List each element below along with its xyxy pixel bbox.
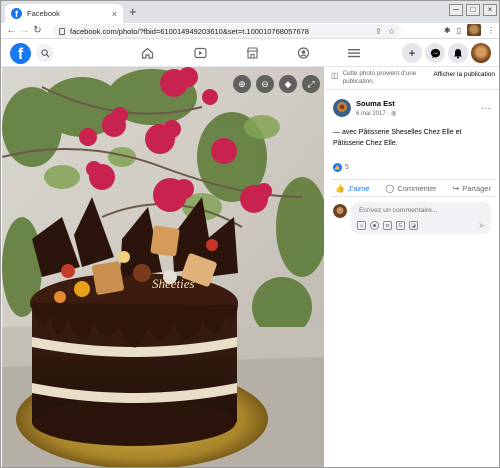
thumbs-up-icon: 👍 bbox=[335, 183, 345, 193]
comment-tools: ☺ ☻ ◘ G ◪ bbox=[357, 221, 418, 230]
tab-title: Facebook bbox=[27, 9, 60, 18]
notice-text: Cette photo provient d'une publication. bbox=[342, 70, 417, 85]
author-avatar-image bbox=[333, 99, 351, 117]
new-tab-button[interactable]: + bbox=[129, 4, 137, 20]
comment-composer: ☺ ☻ ◘ G ◪ ➤ bbox=[333, 202, 491, 234]
cake-lettering: Sheeties bbox=[152, 276, 195, 291]
post-details-pane: ◫ Cette photo provient d'une publication… bbox=[325, 67, 499, 467]
messenger-button[interactable] bbox=[425, 43, 445, 63]
camera-icon[interactable]: ◘ bbox=[383, 221, 392, 230]
comment-button[interactable]: ◯ Commenter bbox=[385, 184, 436, 193]
messenger-icon bbox=[430, 48, 440, 58]
sticker-icon[interactable]: ◪ bbox=[409, 221, 418, 230]
commenter-avatar[interactable] bbox=[333, 204, 347, 218]
address-bar[interactable]: facebook.com/photo/?fbid=610014949203610… bbox=[53, 24, 401, 38]
browser-window: f Facebook × + ─ □ × ← → ↻ facebook.com/… bbox=[0, 0, 500, 468]
browser-tab[interactable]: f Facebook × bbox=[5, 4, 123, 23]
notifications-button[interactable] bbox=[448, 43, 468, 63]
extensions-icon[interactable]: ✱ bbox=[444, 26, 451, 35]
back-icon[interactable]: ← bbox=[5, 25, 18, 36]
globe-icon: ◍ bbox=[391, 111, 397, 117]
nav-home[interactable] bbox=[139, 46, 155, 60]
info-icon: ◫ bbox=[331, 71, 339, 80]
video-icon bbox=[193, 47, 207, 59]
caption-prefix: — avec bbox=[333, 129, 359, 136]
browser-toolbar: ← → ↻ facebook.com/photo/?fbid=610014949… bbox=[1, 23, 499, 39]
like-reaction-icon: 👍 bbox=[333, 163, 342, 172]
cake-photo: Sheeties bbox=[2, 67, 324, 467]
author-avatar[interactable] bbox=[333, 99, 351, 117]
share-button[interactable]: ↪ Partager bbox=[453, 184, 491, 193]
commenter-avatar-image bbox=[333, 204, 347, 218]
reaction-summary[interactable]: 👍 5 bbox=[333, 163, 349, 172]
view-publication-link[interactable]: Afficher la publication bbox=[433, 71, 495, 78]
maximize-button[interactable]: □ bbox=[466, 4, 480, 16]
browser-menu-icon[interactable]: ⋮ bbox=[487, 26, 495, 35]
share-icon: ↪ bbox=[452, 183, 460, 193]
send-icon[interactable]: ➤ bbox=[478, 221, 485, 230]
home-icon bbox=[141, 47, 153, 59]
url-text[interactable]: facebook.com/photo/?fbid=610014949203610… bbox=[70, 27, 375, 36]
bell-icon bbox=[454, 48, 462, 59]
zoom-out-icon[interactable]: ⊖ bbox=[256, 75, 274, 93]
post-caption: — avec Pâtisserie Sheselles Chez Elle et… bbox=[333, 127, 493, 149]
comment-label: Commenter bbox=[397, 183, 437, 193]
tab-strip: f Facebook × + ─ □ × bbox=[1, 1, 499, 23]
window-controls: ─ □ × bbox=[449, 4, 497, 16]
caption-mid: et bbox=[453, 129, 462, 136]
bookmark-star-icon[interactable]: ☆ bbox=[388, 27, 395, 36]
tag-link-1[interactable]: Pâtisserie Sheselles Chez Elle bbox=[359, 129, 454, 136]
reload-icon[interactable]: ↻ bbox=[31, 25, 44, 36]
nav-marketplace[interactable] bbox=[244, 46, 260, 60]
caption-suffix: . bbox=[395, 140, 398, 147]
plus-icon: + bbox=[408, 46, 416, 60]
create-button[interactable]: + bbox=[402, 43, 422, 63]
comment-input[interactable] bbox=[359, 207, 484, 214]
lock-icon[interactable] bbox=[59, 27, 65, 35]
side-panel-icon[interactable]: ▯ bbox=[457, 26, 461, 35]
comment-icon: ◯ bbox=[385, 183, 395, 193]
post-date: 6 mai 2017 · ◍ bbox=[356, 110, 396, 117]
facebook-logo[interactable]: f bbox=[10, 43, 31, 64]
profile-avatar[interactable] bbox=[471, 43, 491, 63]
like-button[interactable]: 👍 J'aime bbox=[335, 184, 369, 193]
author-name[interactable]: Souma Est bbox=[356, 99, 396, 108]
tag-icon[interactable]: ◆ bbox=[279, 75, 297, 93]
photo-tools: ⊕ ⊖ ◆ ⤢ bbox=[233, 75, 320, 93]
like-label: J'aime bbox=[347, 183, 370, 193]
reaction-count: 5 bbox=[345, 164, 349, 171]
tab-close-icon[interactable]: × bbox=[112, 9, 117, 19]
search-icon bbox=[40, 48, 50, 58]
comment-box: ☺ ☻ ◘ G ◪ ➤ bbox=[351, 202, 491, 234]
avatar-sticker-icon[interactable]: ☺ bbox=[357, 221, 366, 230]
gif-icon[interactable]: G bbox=[396, 221, 405, 230]
marketplace-icon bbox=[246, 47, 258, 59]
browser-profile-avatar[interactable] bbox=[467, 24, 481, 36]
close-window-button[interactable]: × bbox=[483, 4, 497, 16]
minimize-button[interactable]: ─ bbox=[449, 4, 463, 16]
fullscreen-icon[interactable]: ⤢ bbox=[302, 75, 320, 93]
post-author: Souma Est 6 mai 2017 · ◍ bbox=[333, 99, 396, 117]
facebook-header: f + bbox=[1, 39, 499, 67]
publication-notice: ◫ Cette photo provient d'une publication… bbox=[325, 67, 499, 90]
fb-search-button[interactable] bbox=[36, 44, 54, 62]
forward-icon[interactable]: → bbox=[18, 25, 31, 36]
nav-video[interactable] bbox=[192, 46, 208, 60]
zoom-in-icon[interactable]: ⊕ bbox=[233, 75, 251, 93]
post-photo[interactable]: Sheeties ⊕ ⊖ ◆ ⤢ bbox=[2, 67, 324, 467]
facebook-favicon-icon: f bbox=[11, 8, 22, 19]
groups-icon bbox=[297, 47, 309, 59]
menu-icon bbox=[348, 49, 360, 58]
tag-link-2[interactable]: Pâtisserie Chez Elle bbox=[333, 140, 396, 147]
nav-menu[interactable] bbox=[346, 46, 362, 60]
emoji-icon[interactable]: ☻ bbox=[370, 221, 379, 230]
more-options-icon[interactable]: ··· bbox=[481, 103, 491, 114]
post-date-text[interactable]: 6 mai 2017 · bbox=[356, 111, 391, 117]
nav-groups[interactable] bbox=[295, 46, 311, 60]
share-page-icon[interactable]: ⇪ bbox=[375, 27, 382, 36]
share-label: Partager bbox=[462, 183, 491, 193]
post-actions: 👍 J'aime ◯ Commenter ↪ Partager bbox=[331, 179, 495, 197]
